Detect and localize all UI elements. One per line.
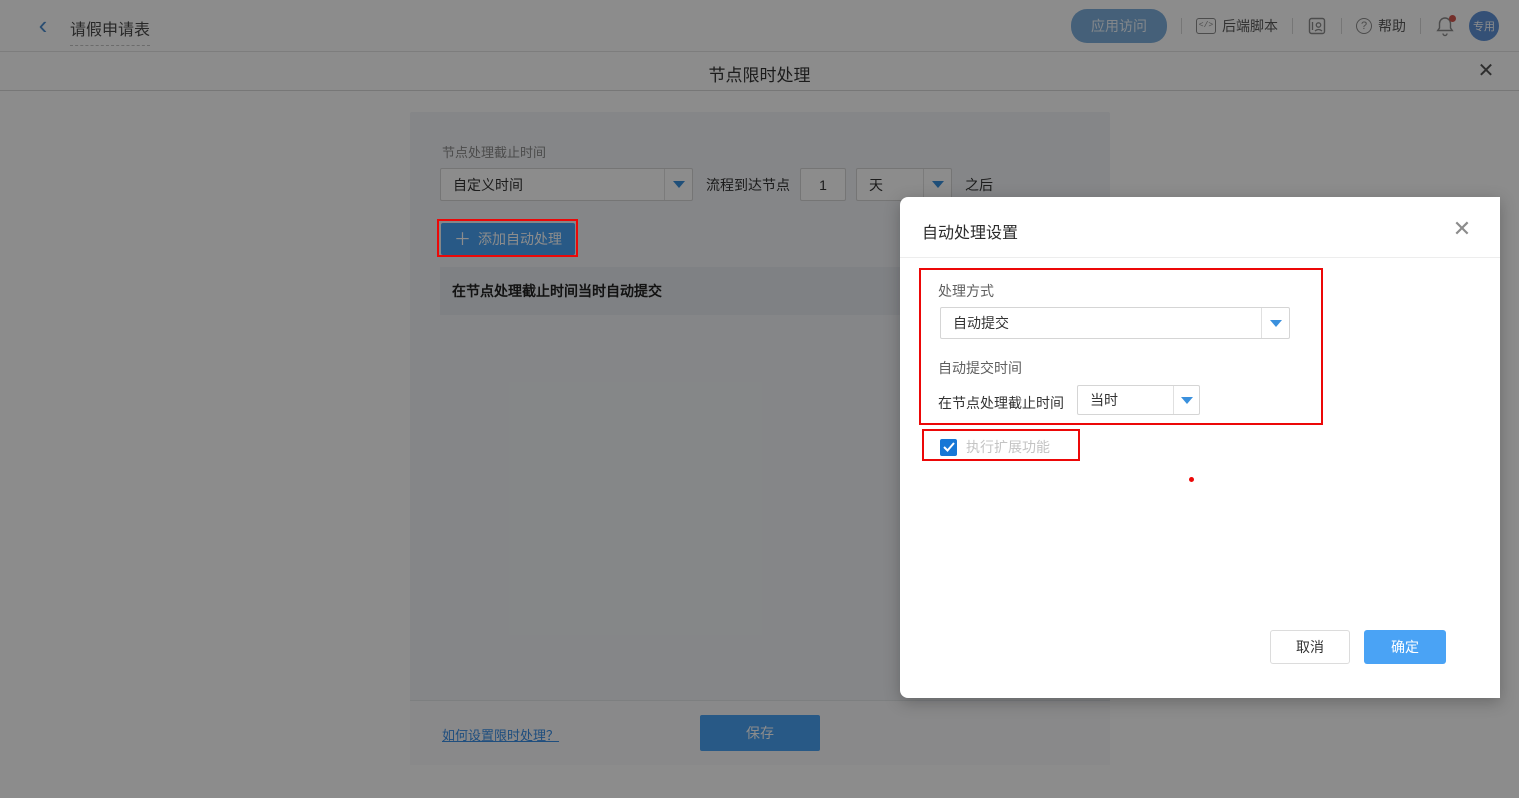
confirm-button[interactable]: 确定 [1364,630,1446,664]
extended-function-option[interactable]: 执行扩展功能 [940,437,1050,457]
dialog-title: 自动处理设置 [922,219,1018,243]
divider [900,257,1500,258]
cancel-button[interactable]: 取消 [1270,630,1350,664]
chevron-down-icon [1270,320,1282,327]
method-select[interactable]: 自动提交 [940,307,1290,339]
time-prefix-label: 在节点处理截止时间 [938,393,1064,413]
checkbox-checked-icon[interactable] [940,439,957,456]
auto-submit-time-label: 自动提交时间 [938,358,1022,378]
chevron-down-icon [1181,397,1193,404]
dialog-close-icon[interactable]: ✕ [1450,217,1474,241]
method-value: 自动提交 [941,313,1261,333]
auto-process-settings-dialog: 自动处理设置 ✕ 处理方式 自动提交 自动提交时间 在节点处理截止时间 当时 执… [900,197,1500,698]
extended-function-label: 执行扩展功能 [966,437,1050,457]
method-label: 处理方式 [938,281,994,301]
time-value: 当时 [1078,390,1173,410]
annotation-dot [1189,477,1194,482]
time-select[interactable]: 当时 [1077,385,1200,415]
check-icon [943,442,955,452]
